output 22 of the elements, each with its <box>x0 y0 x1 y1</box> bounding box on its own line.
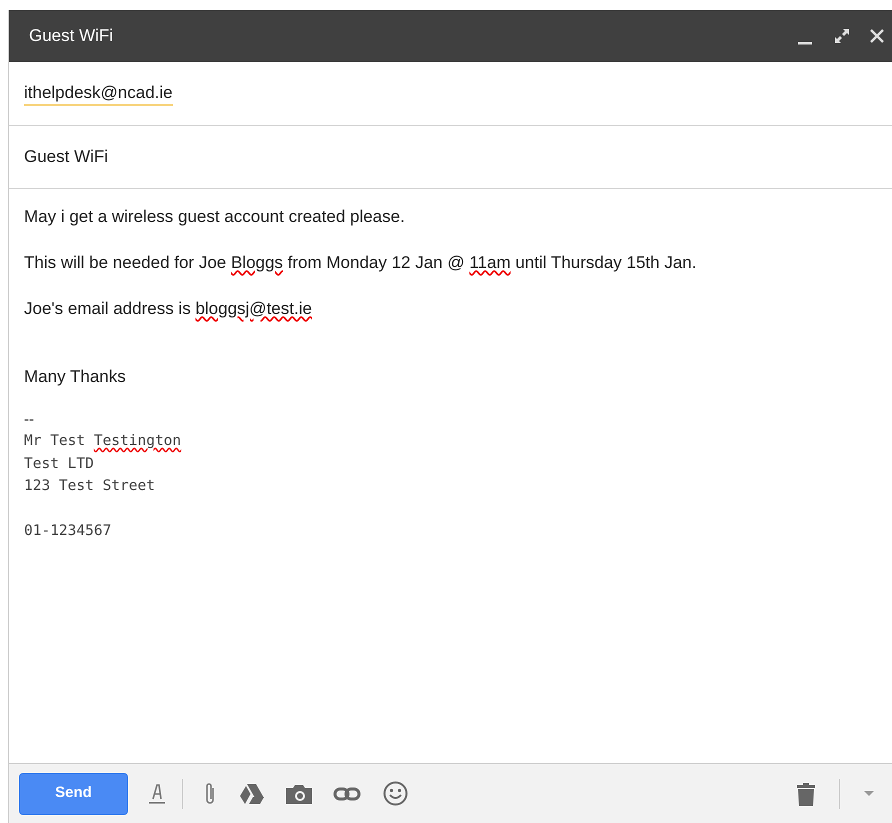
signature-line: 123 Test Street <box>24 477 155 496</box>
paragraph: Joe's email address is bloggsj@test.ie <box>24 298 312 320</box>
close-icon[interactable] <box>870 29 884 43</box>
signature-phone: 01-1234567 <box>24 522 112 541</box>
paragraph: May i get a wireless guest account created please. <box>24 206 405 228</box>
closing-line: Many Thanks <box>24 366 126 388</box>
caret-icon[interactable] <box>864 791 874 796</box>
signature-separator: -- <box>24 410 34 430</box>
link-icon[interactable] <box>333 786 361 800</box>
trash-icon[interactable] <box>797 782 815 806</box>
paragraph: This will be needed for Joe Bloggs from Monday 12 Jan @ 11am until Thursday 15th Jan. <box>24 252 696 274</box>
expand-icon[interactable] <box>834 28 850 44</box>
formatting-icon[interactable] <box>148 782 166 806</box>
drive-icon[interactable] <box>239 782 265 804</box>
camera-icon[interactable] <box>285 782 313 804</box>
signature-line: Mr Test Testington <box>24 432 182 451</box>
recipient-chip[interactable]: ithelpdesk@ncad.ie <box>24 82 173 106</box>
paperclip-icon[interactable] <box>203 780 217 806</box>
smiley-icon[interactable] <box>383 781 408 806</box>
signature-line: Test LTD <box>24 454 94 474</box>
window-title: Guest WiFi <box>29 25 114 48</box>
subject-field[interactable]: Guest WiFi <box>24 144 108 170</box>
